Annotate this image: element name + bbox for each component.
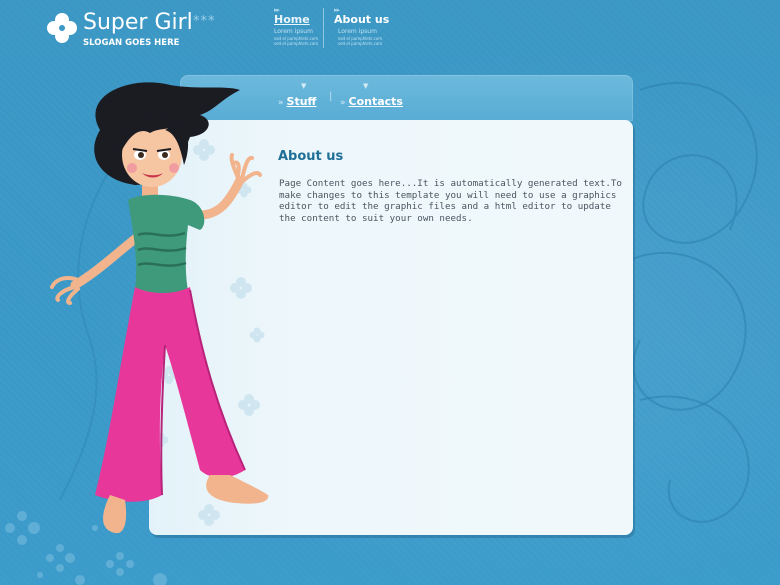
clover-icon [47, 13, 77, 43]
logo-title: Super Girl [83, 10, 193, 35]
page-content-text: Page Content goes here...It is automatic… [279, 178, 622, 224]
topnav-sub: Lorem ipsum [274, 28, 313, 35]
triangle-down-icon: ▼ [363, 82, 369, 90]
subnav-label: Contacts [348, 95, 403, 108]
double-arrow-icon: » [340, 98, 346, 108]
topnav-tiny: sed el pamphlets.com [338, 41, 383, 46]
slogan: SLOGAN GOES HERE [83, 38, 180, 48]
topnav-tiny: sed el pamphlets.com [274, 41, 319, 46]
topnav-item-home[interactable]: ▸▸ Home Lorem ipsum sed el pamphlets.com… [272, 6, 332, 48]
topnav-sub: Lorem ipsum [338, 28, 377, 35]
subnav-separator: | [329, 91, 333, 102]
site-logo[interactable]: Super Girl *** SLOGAN GOES HERE [46, 10, 226, 50]
topnav-item-about[interactable]: ▸▸ About us Lorem ipsum sed el pamphlets… [332, 6, 402, 48]
super-girl-illustration [50, 82, 269, 534]
topnav-label: About us [334, 13, 390, 26]
topnav-divider [323, 8, 324, 48]
subnav-label: Stuff [286, 95, 317, 108]
subnav-item-contacts[interactable]: ▼ » Contacts [340, 82, 403, 109]
triangle-down-icon: ▼ [301, 82, 307, 90]
topnav-label: Home [274, 13, 310, 26]
logo-stars: *** [193, 14, 216, 29]
